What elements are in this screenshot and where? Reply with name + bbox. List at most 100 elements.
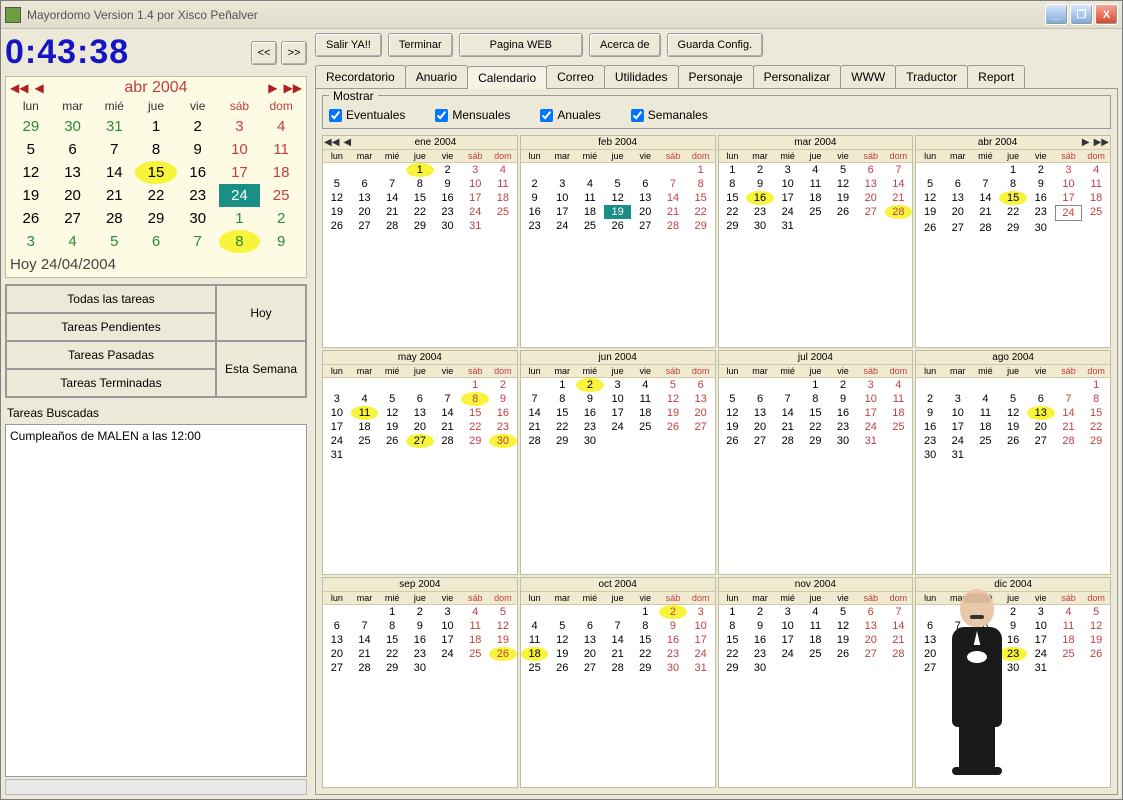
cal-day[interactable]: 3 xyxy=(10,230,52,253)
mini-day[interactable]: 23 xyxy=(746,647,774,661)
mini-day[interactable]: 17 xyxy=(687,633,715,647)
mini-day[interactable]: 29 xyxy=(461,434,489,448)
mini-day[interactable]: 31 xyxy=(857,434,885,448)
mini-day[interactable]: 16 xyxy=(659,633,687,647)
cal-day[interactable]: 2 xyxy=(177,115,219,138)
mini-day[interactable]: 20 xyxy=(746,420,774,434)
mini-day[interactable]: 21 xyxy=(1055,420,1083,434)
mini-day[interactable]: 11 xyxy=(802,177,830,191)
mini-day[interactable]: 28 xyxy=(604,661,632,675)
mini-day[interactable]: 1 xyxy=(687,163,715,177)
mini-day[interactable]: 28 xyxy=(972,221,1000,235)
mini-day[interactable]: 30 xyxy=(659,661,687,675)
cal-day[interactable]: 1 xyxy=(219,207,261,230)
mini-day[interactable]: 9 xyxy=(521,191,549,205)
cal-day[interactable]: 7 xyxy=(177,230,219,253)
mini-day[interactable]: 16 xyxy=(489,406,517,420)
cal-day[interactable]: 15 xyxy=(135,161,177,184)
mini-day[interactable]: 28 xyxy=(521,434,549,448)
mini-day[interactable]: 27 xyxy=(351,219,379,233)
nav-prev-button[interactable]: << xyxy=(251,41,277,65)
mini-day[interactable]: 24 xyxy=(774,205,802,219)
mini-day[interactable]: 23 xyxy=(406,647,434,661)
mini-day[interactable]: 26 xyxy=(548,661,576,675)
mini-day[interactable]: 6 xyxy=(323,619,351,633)
top-button-3[interactable]: Acerca de xyxy=(589,33,661,57)
mini-day[interactable]: 30 xyxy=(829,434,857,448)
mini-day[interactable]: 8 xyxy=(687,177,715,191)
mini-day[interactable]: 5 xyxy=(489,605,517,619)
mini-day[interactable]: 23 xyxy=(576,420,604,434)
mini-day[interactable]: 13 xyxy=(576,633,604,647)
mini-day[interactable]: 28 xyxy=(659,219,687,233)
close-button[interactable]: X xyxy=(1095,4,1118,25)
mini-day[interactable]: 1 xyxy=(461,378,489,392)
top-button-2[interactable]: Pagina WEB xyxy=(459,33,583,57)
mini-day[interactable]: 19 xyxy=(1082,633,1110,647)
mini-day[interactable]: 13 xyxy=(687,392,715,406)
mini-day[interactable]: 10 xyxy=(604,392,632,406)
mini-day[interactable]: 5 xyxy=(916,177,944,191)
mini-day[interactable]: 9 xyxy=(659,619,687,633)
mini-day[interactable]: 5 xyxy=(719,392,747,406)
mini-day[interactable]: 6 xyxy=(746,392,774,406)
mini-day[interactable]: 27 xyxy=(857,647,885,661)
mini-day[interactable]: 26 xyxy=(719,434,747,448)
mini-day[interactable]: 22 xyxy=(548,420,576,434)
mini-day[interactable]: 4 xyxy=(351,392,379,406)
mini-day[interactable]: 29 xyxy=(999,221,1027,235)
tab-report[interactable]: Report xyxy=(967,65,1025,88)
mini-day[interactable]: 25 xyxy=(1055,647,1083,661)
mini-day[interactable]: 3 xyxy=(604,378,632,392)
mini-day[interactable]: 24 xyxy=(687,647,715,661)
mini-day[interactable]: 17 xyxy=(944,420,972,434)
mini-day[interactable]: 13 xyxy=(631,191,659,205)
mini-day[interactable]: 19 xyxy=(916,205,944,221)
mini-day[interactable]: 4 xyxy=(1055,605,1083,619)
mini-day[interactable]: 14 xyxy=(604,633,632,647)
mini-day[interactable]: 26 xyxy=(999,434,1027,448)
tasks-pending-button[interactable]: Tareas Pendientes xyxy=(6,313,216,341)
mini-day[interactable]: 16 xyxy=(1027,191,1055,205)
year-prev-icon[interactable]: ◀ xyxy=(343,137,351,148)
mini-day[interactable]: 7 xyxy=(1055,392,1083,406)
mini-day[interactable]: 1 xyxy=(719,163,747,177)
mini-day[interactable]: 11 xyxy=(972,406,1000,420)
mini-day[interactable]: 28 xyxy=(885,205,913,219)
mini-day[interactable]: 17 xyxy=(774,191,802,205)
cal-day[interactable]: 22 xyxy=(135,184,177,207)
mini-day[interactable]: 8 xyxy=(461,392,489,406)
mini-day[interactable]: 27 xyxy=(916,661,944,675)
mini-day[interactable]: 21 xyxy=(885,633,913,647)
mini-day[interactable]: 8 xyxy=(719,177,747,191)
butler-avatar[interactable] xyxy=(942,589,1012,769)
mini-day[interactable]: 23 xyxy=(521,219,549,233)
mini-day[interactable]: 5 xyxy=(1082,605,1110,619)
mini-day[interactable]: 9 xyxy=(916,406,944,420)
mini-day[interactable]: 26 xyxy=(829,647,857,661)
mini-day[interactable]: 28 xyxy=(351,661,379,675)
mini-day[interactable]: 30 xyxy=(489,434,517,448)
mini-day[interactable]: 2 xyxy=(1027,163,1055,177)
mini-day[interactable]: 24 xyxy=(461,205,489,219)
mini-day[interactable]: 18 xyxy=(351,420,379,434)
mini-day[interactable]: 9 xyxy=(1027,177,1055,191)
mini-day[interactable]: 17 xyxy=(604,406,632,420)
cal-day[interactable]: 29 xyxy=(135,207,177,230)
mini-day[interactable]: 13 xyxy=(746,406,774,420)
mini-day[interactable]: 5 xyxy=(999,392,1027,406)
mini-day[interactable]: 7 xyxy=(885,163,913,177)
mini-day[interactable]: 25 xyxy=(351,434,379,448)
mini-day[interactable]: 15 xyxy=(631,633,659,647)
mini-day[interactable]: 10 xyxy=(857,392,885,406)
mini-day[interactable]: 30 xyxy=(916,448,944,462)
mini-day[interactable]: 19 xyxy=(323,205,351,219)
cal-next-icon[interactable]: ▶ xyxy=(268,81,277,95)
mini-day[interactable]: 19 xyxy=(999,420,1027,434)
filter-mensuales[interactable]: Mensuales xyxy=(435,108,510,122)
year-first-icon[interactable]: ◀◀ xyxy=(324,137,339,148)
cal-day[interactable]: 9 xyxy=(260,230,302,253)
mini-day[interactable]: 3 xyxy=(944,392,972,406)
mini-day[interactable]: 26 xyxy=(916,221,944,235)
mini-day[interactable]: 27 xyxy=(944,221,972,235)
